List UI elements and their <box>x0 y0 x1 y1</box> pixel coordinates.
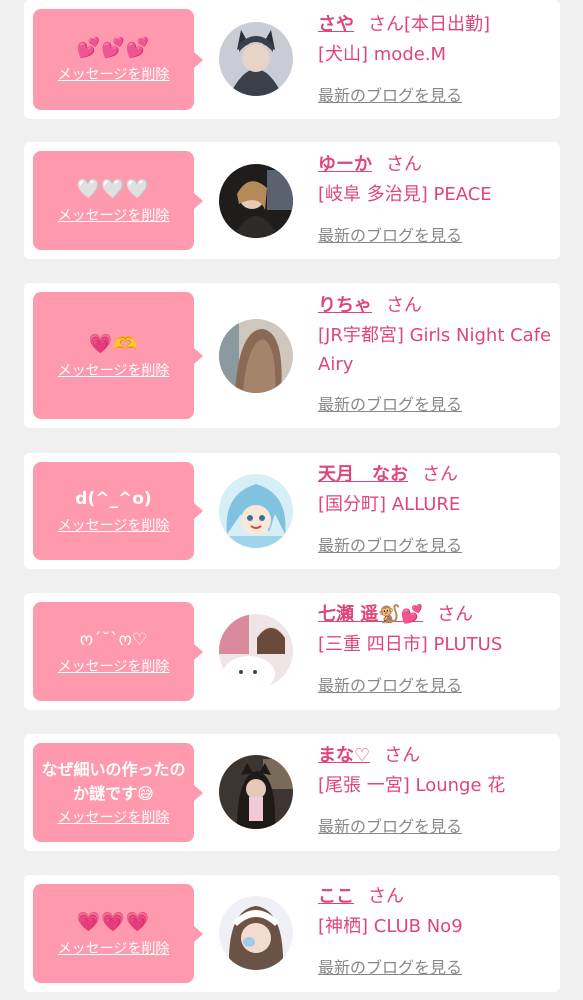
message-bubble: ო´˘`ო♡ メッセージを削除 <box>33 602 203 701</box>
shop-name: [国分町] ALLURE <box>318 494 461 515</box>
honorific: さん <box>368 886 404 907</box>
shop-name: [岐阜 多治見] PEACE <box>318 184 492 205</box>
shop-name: [神栖] CLUB No9 <box>318 916 463 937</box>
honorific: さん <box>422 464 458 485</box>
cast-info: 七瀬 遥🐒💕 さん [三重 四日市] PLUTUS 最新のブログを見る <box>318 600 552 700</box>
list-item: 💗💗💗 メッセージを削除 ここ さん [神栖] CLUB No9 最新のブログを見… <box>24 875 560 992</box>
message-list: 💕💕💕 メッセージを削除 さや さん[本日出勤] [犬山] mode.M 最新のブ… <box>0 0 583 1000</box>
list-item: 💕💕💕 メッセージを削除 さや さん[本日出勤] [犬山] mode.M 最新のブ… <box>24 0 560 119</box>
cast-info: りちゃ さん [JR宇都宮] Girls Night Cafe Airy 最新のブ… <box>318 291 552 421</box>
delete-message-link[interactable]: メッセージを削除 <box>58 939 170 959</box>
shop-name: [犬山] mode.M <box>318 44 447 65</box>
message-text: 💗💗💗 <box>76 910 151 933</box>
cast-info: さや さん[本日出勤] [犬山] mode.M 最新のブログを見る <box>318 10 552 110</box>
latest-blog-link[interactable]: 最新のブログを見る <box>318 956 462 980</box>
cast-name-link[interactable]: さや <box>318 14 354 35</box>
cast-name-link[interactable]: 天月 なお <box>318 464 408 485</box>
honorific: さん <box>437 604 474 625</box>
list-item: ო´˘`ო♡ メッセージを削除 七瀬 遥🐒💕 さん [三重 四日市] PLUTUS… <box>24 593 560 710</box>
cast-info: ゆーか さん [岐阜 多治見] PEACE 最新のブログを見る <box>318 150 552 250</box>
delete-message-link[interactable]: メッセージを削除 <box>58 361 170 381</box>
message-bubble: 💕💕💕 メッセージを削除 <box>33 9 203 110</box>
shop-name: [JR宇都宮] Girls Night Cafe Airy <box>318 325 552 375</box>
message-bubble: 💗💗💗 メッセージを削除 <box>33 884 203 983</box>
avatar[interactable] <box>219 319 293 393</box>
message-bubble: d(^_^o) メッセージを削除 <box>33 462 203 560</box>
latest-blog-link[interactable]: 最新のブログを見る <box>318 84 462 108</box>
avatar-image <box>219 474 293 548</box>
avatar-image <box>219 164 293 238</box>
delete-message-link[interactable]: メッセージを削除 <box>58 65 170 85</box>
message-text: 💕💕💕 <box>76 36 151 59</box>
delete-message-link[interactable]: メッセージを削除 <box>58 206 170 226</box>
avatar[interactable] <box>219 164 293 238</box>
cast-info: まな♡ さん [尾張 一宮] Lounge 花 最新のブログを見る <box>318 741 552 841</box>
list-item: なぜ細いの作ったのか謎です😅 メッセージを削除 まな♡ さん [尾張 一宮] Lo… <box>24 734 560 851</box>
avatar[interactable] <box>219 22 293 96</box>
honorific: さん <box>386 154 422 175</box>
message-text: 🤍🤍🤍 <box>76 177 151 200</box>
cast-info: ここ さん [神栖] CLUB No9 最新のブログを見る <box>318 882 552 982</box>
latest-blog-link[interactable]: 最新のブログを見る <box>318 674 462 698</box>
avatar-image <box>219 755 293 829</box>
avatar[interactable] <box>219 474 293 548</box>
shop-name: [尾張 一宮] Lounge 花 <box>318 775 506 796</box>
latest-blog-link[interactable]: 最新のブログを見る <box>318 393 462 417</box>
shop-name: [三重 四日市] PLUTUS <box>318 634 503 655</box>
cast-name-link[interactable]: ゆーか <box>318 154 372 175</box>
avatar-image <box>219 896 293 970</box>
cast-name-link[interactable]: ここ <box>318 886 354 907</box>
list-item: d(^_^o) メッセージを削除 天月 なお さん [国分町] ALLURE 最新… <box>24 453 560 569</box>
avatar[interactable] <box>219 614 293 688</box>
delete-message-link[interactable]: メッセージを削除 <box>58 657 170 677</box>
avatar[interactable] <box>219 896 293 970</box>
message-text: なぜ細いの作ったのか謎です😅 <box>41 759 186 803</box>
list-item: 💗🫶 メッセージを削除 りちゃ さん [JR宇都宮] Girls Night Ca… <box>24 283 560 428</box>
cast-name-link[interactable]: 七瀬 遥🐒💕 <box>318 604 423 625</box>
latest-blog-link[interactable]: 最新のブログを見る <box>318 224 462 248</box>
avatar-image <box>219 319 293 393</box>
delete-message-link[interactable]: メッセージを削除 <box>58 516 170 536</box>
delete-message-link[interactable]: メッセージを削除 <box>58 808 170 828</box>
message-bubble: 💗🫶 メッセージを削除 <box>33 292 203 419</box>
cast-name-link[interactable]: りちゃ <box>318 295 372 316</box>
message-text: d(^_^o) <box>75 489 152 509</box>
honorific: さん <box>384 745 421 766</box>
honorific: さん[本日出勤] <box>368 14 491 35</box>
latest-blog-link[interactable]: 最新のブログを見る <box>318 534 462 558</box>
list-item: 🤍🤍🤍 メッセージを削除 ゆーか さん [岐阜 多治見] PEACE 最新のブログ… <box>24 142 560 259</box>
avatar-image <box>219 614 293 688</box>
avatar[interactable] <box>219 755 293 829</box>
honorific: さん <box>386 295 422 316</box>
latest-blog-link[interactable]: 最新のブログを見る <box>318 815 462 839</box>
cast-info: 天月 なお さん [国分町] ALLURE 最新のブログを見る <box>318 460 552 560</box>
message-text: ო´˘`ო♡ <box>79 629 148 650</box>
avatar-image <box>219 22 293 96</box>
message-bubble: 🤍🤍🤍 メッセージを削除 <box>33 151 203 250</box>
message-text: 💗🫶 <box>88 332 139 355</box>
message-bubble: なぜ細いの作ったのか謎です😅 メッセージを削除 <box>33 743 203 842</box>
cast-name-link[interactable]: まな♡ <box>318 745 370 766</box>
